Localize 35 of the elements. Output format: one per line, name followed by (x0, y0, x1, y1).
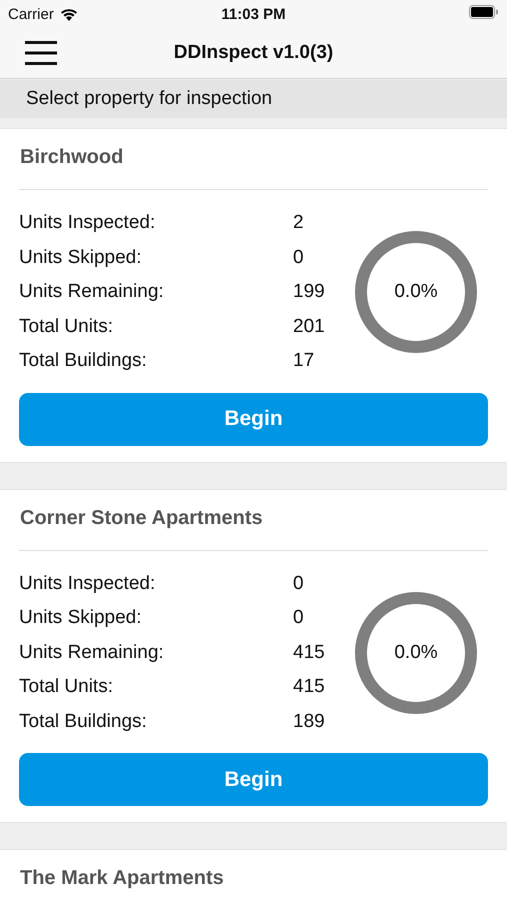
stat-label: Total Units: (19, 316, 114, 338)
begin-button[interactable]: Begin (19, 392, 488, 446)
stat-value: 415 (293, 676, 325, 698)
stat-label: Total Units: (19, 676, 114, 698)
wifi-icon (60, 8, 78, 20)
battery-icon (469, 5, 499, 19)
stat-value: 199 (293, 281, 325, 304)
progress-percent: 0.0% (394, 642, 438, 664)
stat-label: Units Remaining: (19, 642, 165, 664)
menu-button[interactable] (25, 40, 57, 66)
stat-label: Units Remaining: (19, 281, 165, 304)
stat-label: Total Buildings: (19, 350, 148, 372)
stat-value: 0 (293, 607, 304, 630)
menu-icon (25, 40, 57, 66)
stat-value: 2 (293, 212, 304, 234)
stat-label: Total Buildings: (19, 710, 148, 733)
stat-label: Units Skipped: (19, 246, 143, 269)
carrier-label: Carrier (8, 6, 54, 22)
stat-label: Units Inspected: (19, 572, 156, 595)
section-header: Select property for inspection (0, 79, 507, 118)
stat-value: 0 (293, 246, 304, 269)
app-title: DDInspect v1.0(3) (174, 42, 334, 64)
property-name: Corner Stone Apartments (19, 506, 264, 530)
stat-value: 201 (293, 316, 325, 338)
stat-value: 415 (293, 642, 325, 664)
stat-value: 0 (293, 572, 304, 595)
stat-value: 189 (293, 710, 325, 733)
stat-label: Units Inspected: (19, 212, 156, 234)
property-name: Birchwood (19, 145, 124, 170)
stat-label: Units Skipped: (19, 607, 143, 630)
clock-time: 11:03 PM (221, 6, 286, 22)
stat-value: 17 (293, 350, 314, 372)
progress-percent: 0.0% (394, 281, 438, 304)
begin-button[interactable]: Begin (19, 753, 488, 806)
property-name: The Mark Apartments (19, 866, 225, 891)
